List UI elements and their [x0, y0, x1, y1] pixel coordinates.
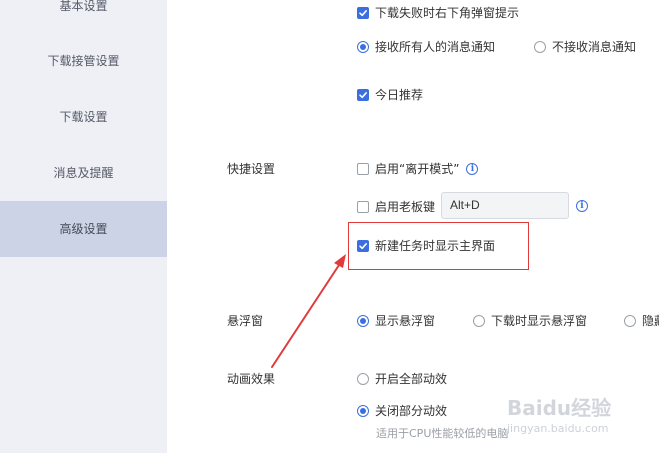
baidu-watermark-url: jingyan.baidu.com: [507, 422, 609, 435]
float-hide-radio[interactable]: [624, 314, 636, 327]
checkmark-icon: [359, 91, 367, 98]
sidebar-item-messages[interactable]: 消息及提醒: [0, 145, 167, 201]
animation-disable-some-label: 关闭部分动效: [375, 404, 448, 418]
boss-key-label: 启用老板键: [375, 200, 436, 214]
checkmark-icon: [359, 242, 367, 249]
animation-enable-all-option[interactable]: 开启全部动效: [357, 370, 447, 387]
float-download-radio[interactable]: [473, 314, 485, 327]
float-download-label: 下载时显示悬浮窗: [491, 314, 588, 328]
show-main-checkbox[interactable]: [357, 239, 369, 252]
float-show-option[interactable]: 显示悬浮窗: [357, 312, 435, 329]
sidebar-item-label: 基本设置: [59, 0, 108, 13]
checkmark-icon: [359, 9, 367, 16]
sidebar-item-download-takeover[interactable]: 下载接管设置: [0, 33, 167, 89]
daily-recommend-option[interactable]: 今日推荐: [357, 86, 423, 103]
info-icon[interactable]: i: [466, 162, 479, 175]
animation-enable-all-label: 开启全部动效: [375, 372, 448, 386]
notify-all-label: 接收所有人的消息通知: [375, 40, 496, 54]
notify-none-label: 不接收消息通知: [552, 40, 637, 54]
animation-section-label: 动画效果: [227, 372, 276, 386]
leave-mode-checkbox[interactable]: [357, 162, 369, 175]
show-main-option[interactable]: 新建任务时显示主界面: [357, 237, 495, 254]
animation-hint: 适用于CPU性能较低的电脑: [376, 427, 509, 440]
animation-disable-some-radio[interactable]: [357, 404, 369, 417]
sidebar-item-basic[interactable]: 基本设置: [0, 0, 167, 34]
sidebar-item-advanced[interactable]: 高级设置: [0, 201, 167, 257]
float-download-option[interactable]: 下载时显示悬浮窗: [473, 312, 587, 329]
notify-all-option[interactable]: 接收所有人的消息通知: [357, 38, 495, 55]
leave-mode-label: 启用“离开模式”: [375, 162, 460, 176]
float-hide-label: 隐藏: [642, 314, 659, 328]
daily-recommend-checkbox[interactable]: [357, 88, 369, 101]
settings-content: 下载失败时右下角弹窗提示 接收所有人的消息通知 不接收消息通知 今日推荐 快捷设…: [167, 0, 659, 453]
boss-key-checkbox[interactable]: [357, 200, 369, 213]
settings-window: 基本设置 下载接管设置 下载设置 消息及提醒 高级设置 下载失败时右下角弹窗提示…: [0, 0, 659, 453]
fail-popup-label: 下载失败时右下角弹窗提示: [375, 6, 520, 20]
show-main-label: 新建任务时显示主界面: [375, 239, 496, 253]
animation-disable-some-option[interactable]: 关闭部分动效: [357, 402, 447, 419]
sidebar-item-label: 消息及提醒: [53, 166, 114, 180]
leave-mode-option[interactable]: 启用“离开模式” i: [357, 160, 479, 177]
shortcut-section-label: 快捷设置: [227, 162, 276, 176]
float-window-section-label: 悬浮窗: [227, 314, 264, 328]
float-show-label: 显示悬浮窗: [375, 314, 436, 328]
baidu-watermark-logo: Baidu经验: [507, 396, 612, 420]
animation-enable-all-radio[interactable]: [357, 372, 369, 385]
float-show-radio[interactable]: [357, 314, 369, 327]
fail-popup-option[interactable]: 下载失败时右下角弹窗提示: [357, 4, 519, 21]
boss-key-hotkey-input[interactable]: Alt+D: [441, 192, 569, 219]
notify-none-option[interactable]: 不接收消息通知: [534, 38, 636, 55]
notify-none-radio[interactable]: [534, 40, 546, 53]
sidebar-item-label: 下载设置: [59, 110, 108, 124]
daily-recommend-label: 今日推荐: [375, 88, 424, 102]
notify-all-radio[interactable]: [357, 40, 369, 53]
info-icon[interactable]: i: [576, 200, 588, 212]
sidebar-item-label: 下载接管设置: [47, 54, 120, 68]
sidebar-item-label: 高级设置: [59, 222, 108, 236]
fail-popup-checkbox[interactable]: [357, 6, 369, 19]
sidebar: 基本设置 下载接管设置 下载设置 消息及提醒 高级设置: [0, 0, 167, 453]
sidebar-item-download[interactable]: 下载设置: [0, 89, 167, 145]
boss-key-option[interactable]: 启用老板键: [357, 198, 435, 215]
float-hide-option[interactable]: 隐藏: [624, 312, 659, 329]
